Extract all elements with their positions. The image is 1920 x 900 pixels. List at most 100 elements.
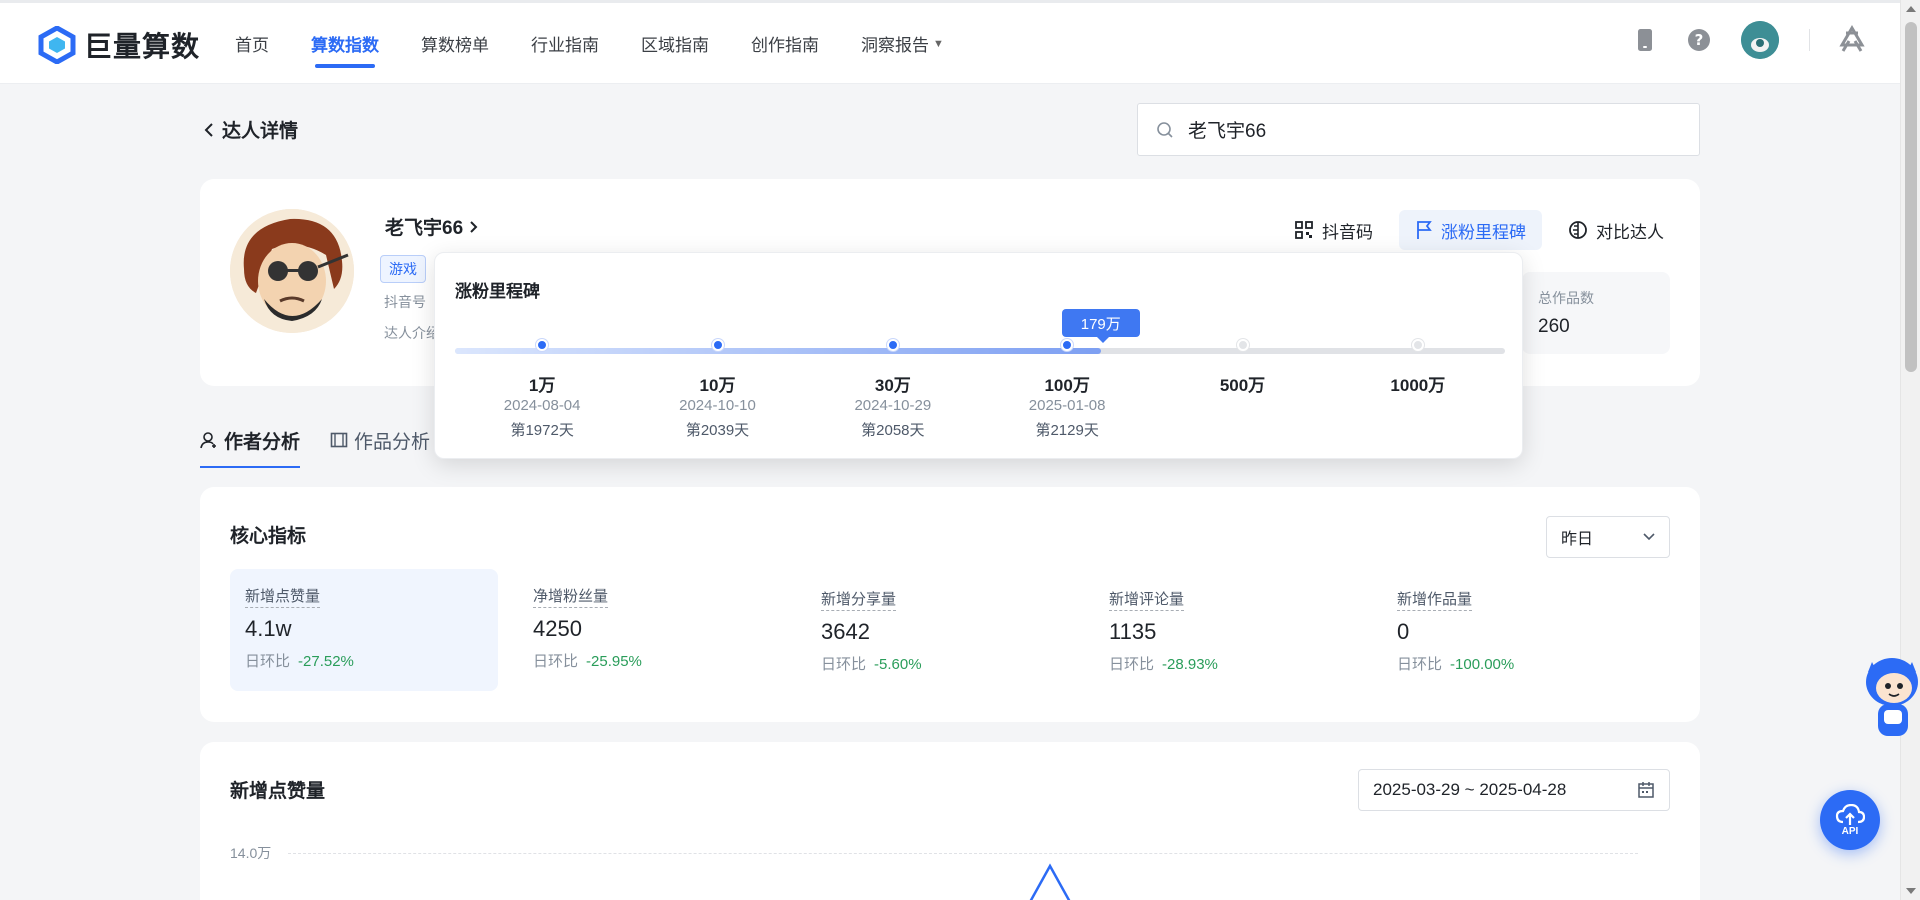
milestone-popover: 涨粉里程碑 1万 2024-08-04 第1972天 10万 2024-10-10 第20… — [434, 252, 1523, 459]
compare-label: 日环比 — [821, 656, 867, 673]
period-select[interactable]: 昨日 — [1546, 516, 1670, 558]
chevron-right-icon — [470, 220, 478, 233]
nav-item-creation[interactable]: 创作指南 — [751, 3, 819, 84]
metric-change: 日环比 -25.95% — [533, 650, 771, 671]
compare-button[interactable]: 对比达人 — [1552, 210, 1680, 250]
tab-label: 作者分析 — [224, 431, 301, 453]
milestone-label: 10万 — [699, 376, 736, 395]
stat-total-works: 总作品数 260 — [1522, 272, 1670, 354]
chevron-left-icon — [204, 122, 213, 137]
milestone-label: 1万 — [528, 376, 556, 395]
milestone-dot — [1411, 339, 1424, 351]
milestone-label: 1000万 — [1390, 376, 1446, 395]
brand-logo[interactable]: 巨量算数 — [38, 25, 200, 65]
nav-label: 算数指数 — [311, 36, 379, 55]
milestone-track — [455, 348, 1505, 354]
metric-likes[interactable]: 新增点赞量 4.1w 日环比 -27.52% — [230, 569, 498, 691]
intro-label: 达人介绍 — [384, 325, 440, 341]
film-icon — [330, 432, 348, 448]
milestone-day: 第2129天 — [1035, 422, 1099, 439]
scroll-down-arrow[interactable] — [1906, 888, 1916, 894]
metric-works[interactable]: 新增作品量 0 日环比 -100.00% — [1382, 572, 1650, 694]
caret-down-icon: ▼ — [933, 37, 944, 50]
compare-label: 对比达人 — [1596, 222, 1664, 242]
nav-right: ? — [1609, 21, 1870, 59]
nav-item-reports[interactable]: 洞察报告 ▼ — [861, 3, 944, 84]
creator-name: 老飞宇66 — [385, 218, 464, 239]
metric-comments[interactable]: 新增评论量 1135 日环比 -28.93% — [1094, 572, 1362, 694]
scroll-thumb[interactable] — [1905, 22, 1917, 372]
qrcode-icon — [1295, 221, 1313, 239]
y-axis-tick: 14.0万 — [230, 845, 272, 861]
nav-item-home[interactable]: 首页 — [235, 3, 269, 84]
back-link[interactable]: 达人详情 — [204, 116, 298, 143]
metric-shares[interactable]: 新增分享量 3642 日环比 -5.60% — [806, 572, 1074, 694]
nav-item-industry[interactable]: 行业指南 — [531, 3, 599, 84]
chart-line — [1029, 863, 1071, 900]
mobile-icon[interactable] — [1627, 22, 1663, 58]
divider — [1809, 29, 1810, 51]
change-value: -100.00% — [1450, 656, 1515, 673]
nav-label: 洞察报告 — [861, 36, 929, 55]
assistant-mascot[interactable] — [1862, 652, 1920, 742]
nav-label: 区域指南 — [641, 36, 709, 55]
milestone-dot — [886, 339, 899, 351]
metric-value: 4250 — [533, 616, 582, 641]
metric-name: 新增分享量 — [821, 588, 897, 611]
metric-change: 日环比 -5.60% — [821, 653, 1059, 674]
nav-item-region[interactable]: 区域指南 — [641, 3, 709, 84]
core-metrics-card: 核心指标 昨日 新增点赞量 4.1w 日环比 -27.52% 净增粉丝量 4250… — [200, 487, 1700, 722]
milestone-label: 100万 — [1044, 376, 1090, 395]
scroll-up-arrow[interactable] — [1906, 6, 1916, 12]
metric-name: 新增作品量 — [1397, 588, 1473, 611]
tab-works-analysis[interactable]: 作品分析 — [330, 414, 430, 466]
search-input[interactable] — [1188, 118, 1668, 141]
tab-author-analysis[interactable]: 作者分析 — [200, 414, 301, 468]
creator-avatar — [230, 209, 354, 333]
page-scrollbar[interactable] — [1900, 0, 1920, 900]
stat-value: 260 — [1538, 316, 1570, 337]
metric-name: 新增评论量 — [1109, 588, 1185, 611]
milestone-button[interactable]: 涨粉里程碑 — [1399, 210, 1542, 250]
milestone-day: 第2039天 — [685, 422, 750, 439]
core-metrics-title: 核心指标 — [230, 526, 307, 547]
api-button[interactable]: API — [1820, 790, 1880, 850]
metric-value: 3642 — [821, 619, 870, 644]
api-label: API — [1841, 825, 1859, 837]
nav-item-index[interactable]: 算数指数 — [311, 3, 379, 84]
category-tag: 游戏 — [380, 255, 426, 283]
milestone-day: 第1972天 — [510, 422, 574, 439]
qrcode-label: 抖音码 — [1322, 222, 1373, 242]
flag-icon — [1417, 221, 1432, 239]
metric-change: 日环比 -100.00% — [1397, 653, 1635, 674]
qrcode-button[interactable]: 抖音码 — [1278, 210, 1389, 250]
search-box[interactable] — [1137, 103, 1700, 156]
metric-fans[interactable]: 净增粉丝量 4250 日环比 -25.95% — [518, 569, 786, 691]
likes-chart-card: 新增点赞量 2025-03-29 ~ 2025-04-28 14.0万 — [200, 742, 1700, 900]
compare-label: 日环比 — [1397, 656, 1443, 673]
user-icon — [200, 432, 216, 449]
current-fans-badge: 179万 — [1061, 309, 1140, 343]
user-avatar[interactable] — [1741, 21, 1779, 59]
help-icon[interactable]: ? — [1681, 22, 1717, 58]
metric-name: 新增点赞量 — [245, 585, 321, 608]
date-range-picker[interactable]: 2025-03-29 ~ 2025-04-28 — [1358, 769, 1670, 811]
chart-title: 新增点赞量 — [230, 781, 326, 802]
milestone-label: 30万 — [874, 376, 911, 395]
douyin-id-label: 抖音号 — [384, 294, 426, 310]
nav-label: 创作指南 — [751, 36, 819, 55]
date-range-value: 2025-03-29 ~ 2025-04-28 — [1373, 780, 1567, 799]
change-value: -25.95% — [586, 653, 642, 670]
change-value: -28.93% — [1162, 656, 1218, 673]
creator-name-link[interactable]: 老飞宇66 — [385, 213, 478, 240]
cloud-upload-icon — [1835, 803, 1865, 825]
compare-label: 日环比 — [1109, 656, 1155, 673]
nav-label: 首页 — [235, 36, 269, 55]
metric-name: 净增粉丝量 — [533, 585, 609, 608]
logo-icon — [38, 26, 76, 64]
app-switch-icon[interactable] — [1834, 22, 1870, 58]
main-nav: 首页 算数指数 算数榜单 行业指南 区域指南 创作指南 洞察报告 ▼ — [235, 3, 986, 84]
compare-icon — [1569, 221, 1587, 239]
search-icon — [1157, 121, 1173, 138]
nav-item-rankings[interactable]: 算数榜单 — [421, 3, 489, 84]
